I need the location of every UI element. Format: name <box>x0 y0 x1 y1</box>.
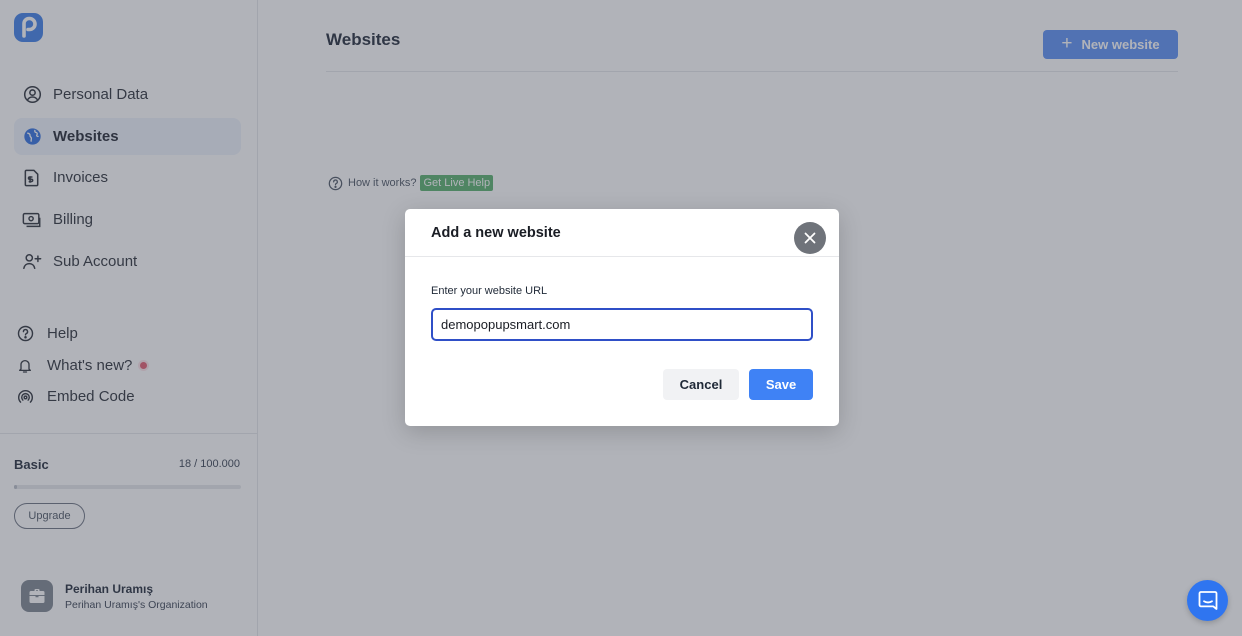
chat-bubble-icon <box>1198 591 1217 610</box>
close-button[interactable] <box>794 222 826 254</box>
save-button[interactable]: Save <box>749 369 813 400</box>
chat-launcher-button[interactable] <box>1187 580 1228 621</box>
close-icon <box>804 232 816 244</box>
add-website-modal: Add a new website Enter your website URL… <box>405 209 839 426</box>
cancel-button[interactable]: Cancel <box>663 369 739 400</box>
modal-header: Add a new website <box>405 209 839 257</box>
url-field-label: Enter your website URL <box>431 285 548 297</box>
website-url-input[interactable] <box>431 308 813 341</box>
modal-title: Add a new website <box>431 225 561 241</box>
